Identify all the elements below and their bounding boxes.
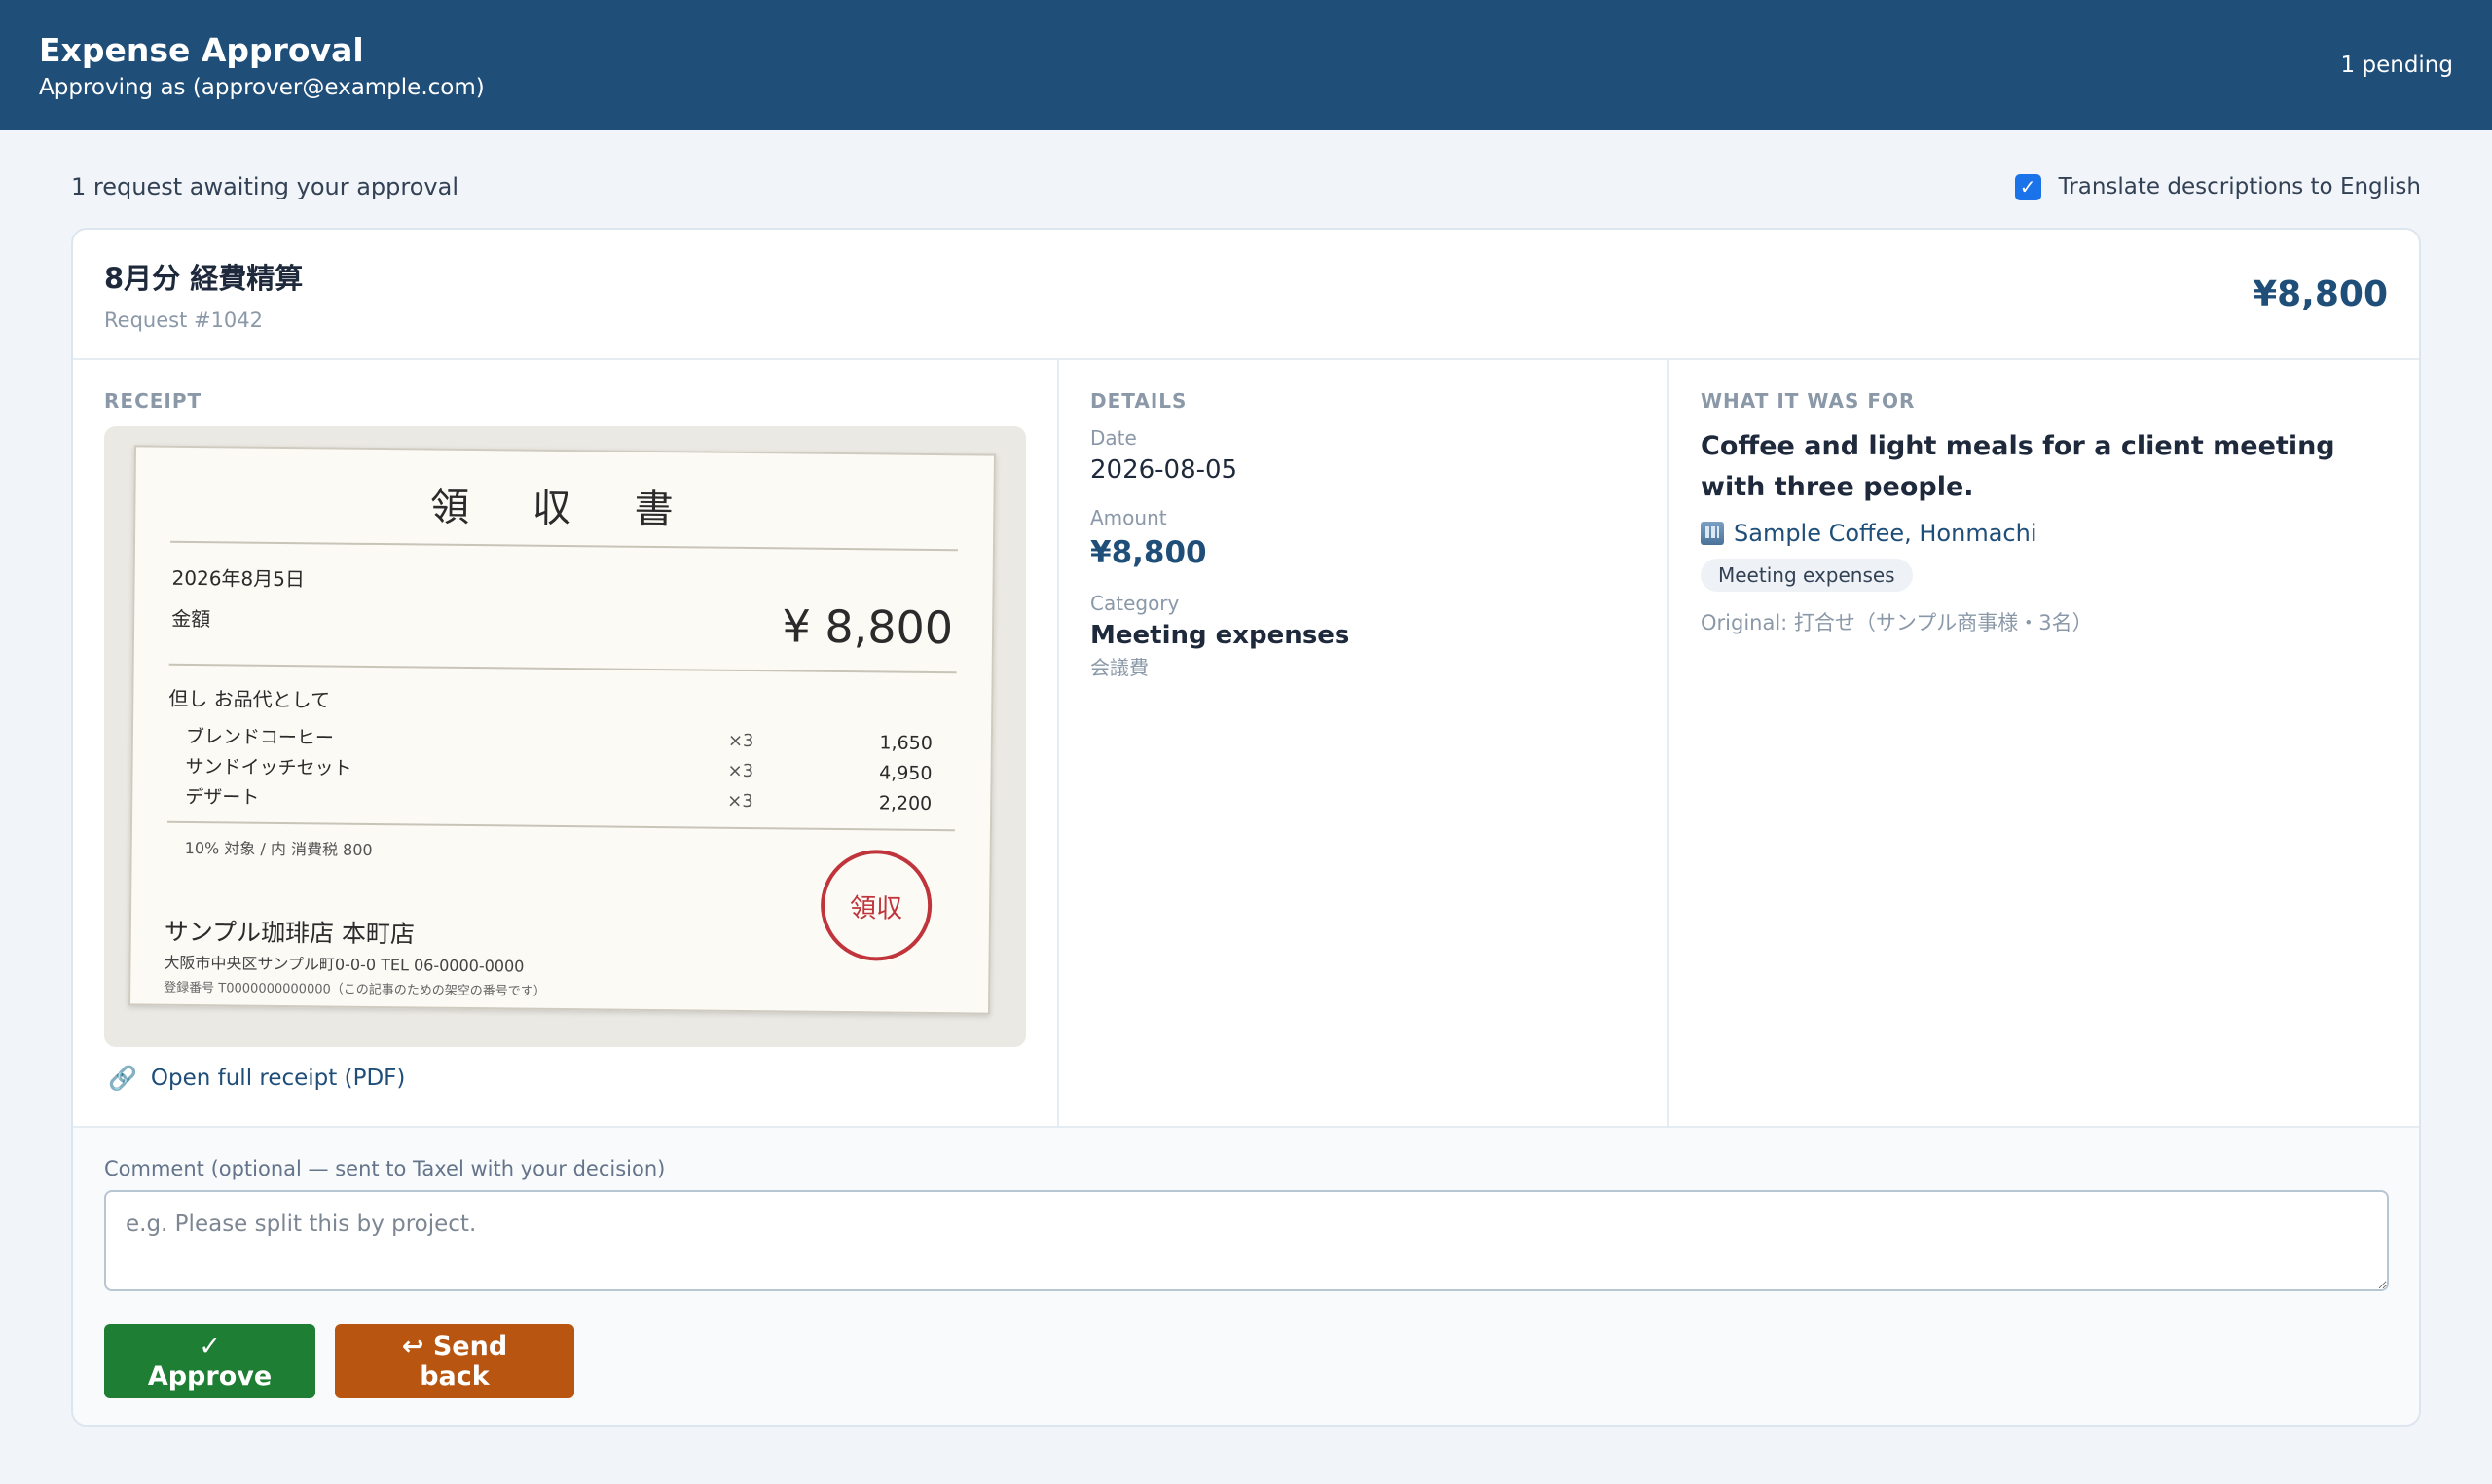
receipt-stamp: 領収 bbox=[820, 849, 933, 961]
open-receipt-pdf-link[interactable]: 🔗 Open full receipt (PDF) bbox=[108, 1065, 1026, 1092]
request-card: 8月分 経費精算 Request #1042 ¥8,800 RECEIPT 領 … bbox=[71, 228, 2421, 1427]
request-amount: ¥8,800 bbox=[2253, 273, 2388, 314]
app-header: Expense Approval Approving as (approver@… bbox=[0, 0, 2492, 130]
receipt-item-price: 1,650 bbox=[879, 731, 933, 754]
receipt-tax-note: 10% 対象 / 内 消費税 800 bbox=[184, 838, 373, 859]
request-number: Request #1042 bbox=[104, 308, 264, 332]
translate-toggle[interactable]: ✓ Translate descriptions to English bbox=[2014, 173, 2421, 200]
purpose-original: Original: 打合せ（サンプル商事様・3名） bbox=[1701, 611, 2093, 634]
receipt-purpose: 但し お品代として bbox=[168, 686, 331, 712]
receipt-paper: 領 収 書 2026年8月5日 金額 ¥ 8,800 但し お品代として ブレン… bbox=[128, 445, 996, 1015]
category-tag: Meeting expenses bbox=[1701, 559, 1913, 592]
category-field: Category Meeting expenses 会議費 bbox=[1090, 592, 1636, 680]
receipt-divider bbox=[168, 663, 957, 674]
request-title: 8月分 経費精算 bbox=[104, 262, 304, 295]
approver-identity: Approving as (approver@example.com) bbox=[39, 74, 485, 100]
main-content: 1 request awaiting your approval ✓ Trans… bbox=[0, 130, 2492, 1427]
receipt-item-name: デザート bbox=[185, 785, 260, 809]
receipt-image[interactable]: 領 収 書 2026年8月5日 金額 ¥ 8,800 但し お品代として ブレン… bbox=[104, 426, 1026, 1047]
receipt-item-qty: ×3 bbox=[727, 760, 754, 782]
receipt-store-name: サンプル珈琲店 本町店 bbox=[164, 917, 416, 949]
date-value: 2026-08-05 bbox=[1090, 455, 1238, 485]
receipt-item-price: 2,200 bbox=[878, 791, 933, 814]
details-section: DETAILS Date 2026-08-05 Amount ¥8,800 Ca… bbox=[1059, 360, 1669, 1126]
amount-field: Amount ¥8,800 bbox=[1090, 506, 1636, 570]
decision-area: Comment (optional — sent to Taxel with y… bbox=[73, 1128, 2419, 1425]
app-title: Expense Approval bbox=[39, 30, 364, 69]
receipt-doc-title: 領 収 書 bbox=[429, 485, 699, 533]
header-titles: Expense Approval Approving as (approver@… bbox=[39, 31, 485, 100]
receipt-date: 2026年8月5日 bbox=[171, 565, 306, 592]
building-icon bbox=[1701, 522, 1724, 545]
request-heading: 8月分 経費精算 Request #1042 bbox=[104, 256, 303, 332]
approve-button[interactable]: ✓ Approve bbox=[104, 1324, 315, 1398]
category-original: 会議費 bbox=[1090, 656, 1149, 679]
request-body: RECEIPT 領 収 書 2026年8月5日 金額 ¥ 8,800 但し お品… bbox=[73, 360, 2419, 1128]
receipt-stamp-text: 領収 bbox=[849, 892, 903, 924]
vendor-name: Sample Coffee, Honmachi bbox=[1734, 520, 2037, 547]
purpose-section-label: WHAT IT WAS FOR bbox=[1701, 389, 1916, 413]
details-section-label: DETAILS bbox=[1090, 389, 1188, 413]
translate-checkbox[interactable]: ✓ bbox=[2014, 173, 2041, 200]
receipt-store-address: 大阪市中央区サンプル町0-0-0 TEL 06-0000-0000 bbox=[164, 953, 525, 976]
receipt-item-qty: ×3 bbox=[727, 790, 753, 813]
receipt-divider bbox=[166, 820, 955, 832]
receipt-item-name: ブレンドコーヒー bbox=[185, 725, 335, 749]
comment-input[interactable] bbox=[104, 1190, 2389, 1291]
receipt-item-price: 4,950 bbox=[879, 761, 933, 784]
link-icon: 🔗 bbox=[108, 1065, 137, 1092]
comment-label: Comment (optional — sent to Taxel with y… bbox=[104, 1157, 666, 1180]
receipt-amount-label: 金額 bbox=[171, 606, 211, 632]
date-label: Date bbox=[1090, 426, 1137, 450]
amount-value: ¥8,800 bbox=[1090, 535, 1207, 570]
receipt-section: RECEIPT 領 収 書 2026年8月5日 金額 ¥ 8,800 但し お品… bbox=[73, 360, 1059, 1126]
vendor-row: Sample Coffee, Honmachi bbox=[1701, 520, 2388, 547]
category-value: Meeting expenses bbox=[1090, 621, 1350, 650]
send-back-button[interactable]: ↩ Send back bbox=[335, 1324, 574, 1398]
translate-label: Translate descriptions to English bbox=[2058, 174, 2421, 199]
decision-actions: ✓ Approve ↩ Send back bbox=[104, 1324, 2388, 1398]
receipt-items: ブレンドコーヒー ×3 1,650 サンドイッチセット ×3 4,950 デザー… bbox=[185, 720, 933, 818]
receipt-amount: ¥ 8,800 bbox=[782, 599, 954, 655]
receipt-item-name: サンドイッチセット bbox=[185, 755, 352, 779]
pending-count: 1 pending bbox=[2340, 53, 2453, 78]
awaiting-summary: 1 request awaiting your approval bbox=[71, 173, 458, 200]
receipt-section-label: RECEIPT bbox=[104, 389, 202, 413]
receipt-registration: 登録番号 T0000000000000（この記事のための架空の番号です） bbox=[164, 980, 546, 999]
receipt-divider bbox=[169, 540, 958, 552]
date-field: Date 2026-08-05 bbox=[1090, 426, 1636, 485]
summary-row: 1 request awaiting your approval ✓ Trans… bbox=[71, 165, 2421, 208]
purpose-description: Coffee and light meals for a client meet… bbox=[1701, 431, 2335, 502]
category-label: Category bbox=[1090, 592, 1180, 615]
request-header: 8月分 経費精算 Request #1042 ¥8,800 bbox=[73, 230, 2419, 360]
receipt-item: デザート ×3 2,200 bbox=[185, 780, 932, 818]
amount-label: Amount bbox=[1090, 506, 1167, 529]
purpose-section: WHAT IT WAS FOR Coffee and light meals f… bbox=[1669, 360, 2419, 1126]
receipt-item-qty: ×3 bbox=[727, 730, 754, 752]
pdf-link-label: Open full receipt (PDF) bbox=[150, 1066, 406, 1091]
